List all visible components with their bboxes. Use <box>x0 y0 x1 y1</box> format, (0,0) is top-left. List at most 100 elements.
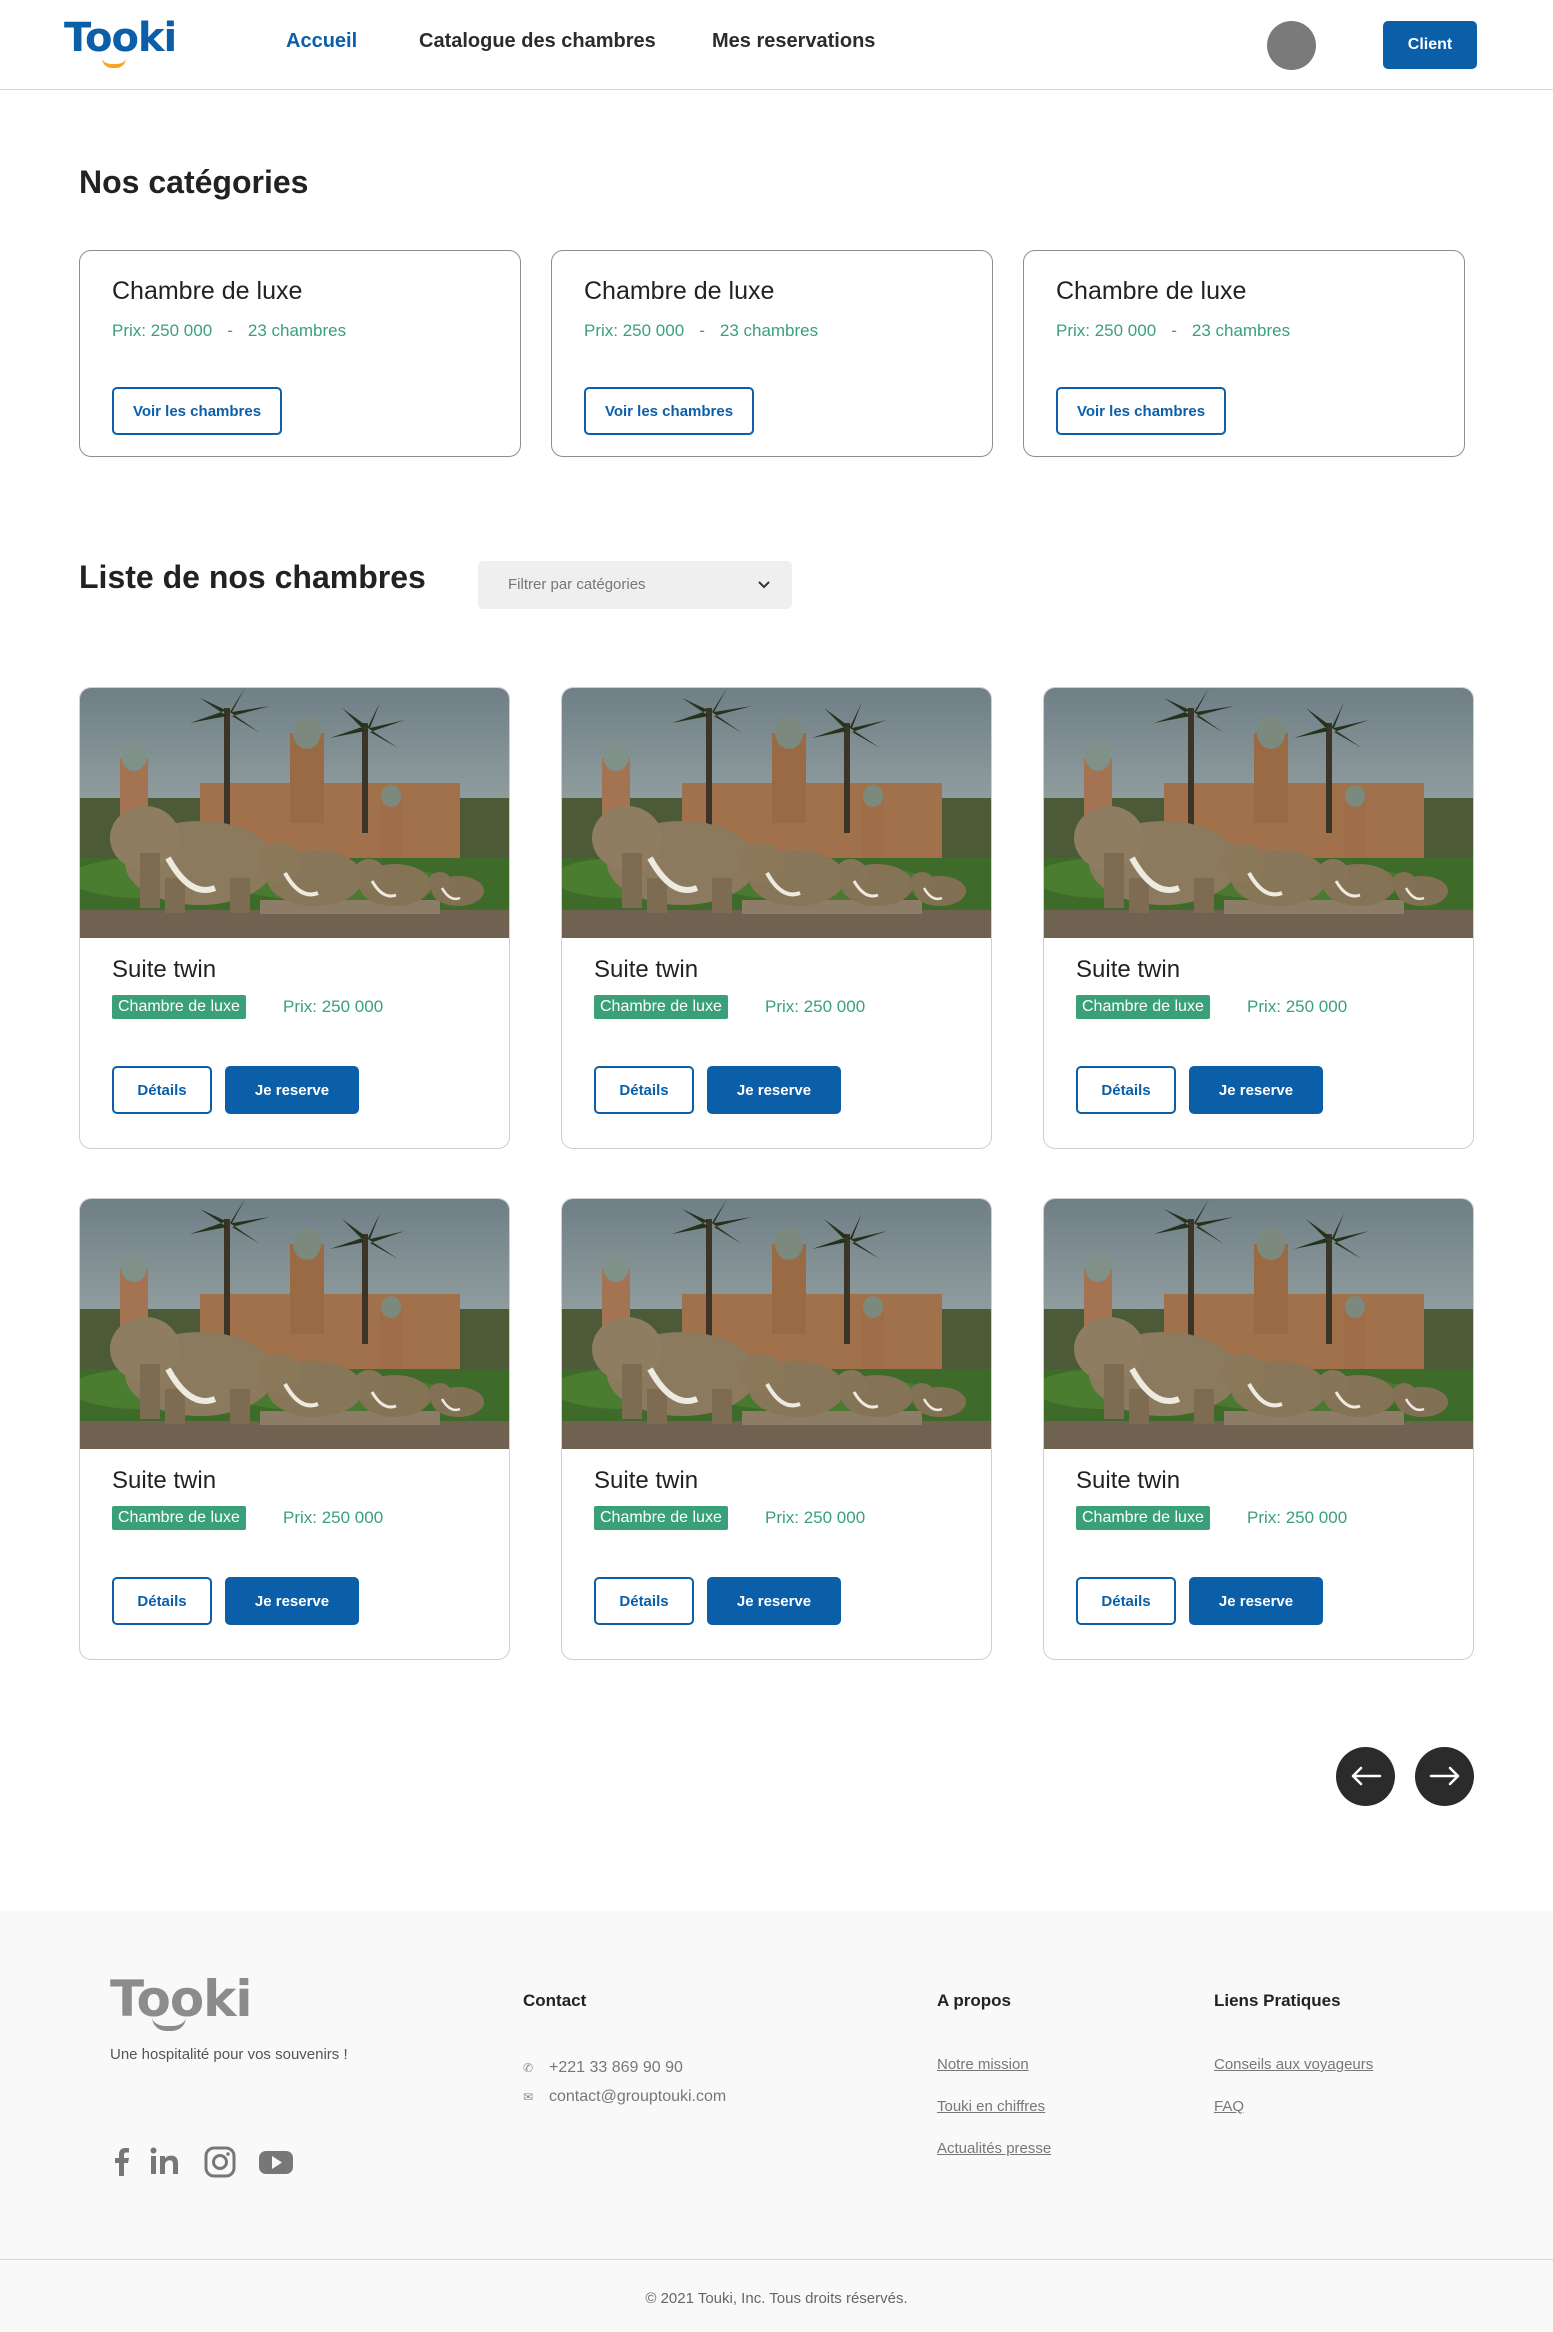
category-meta: Prix: 250 000-23 chambres <box>112 321 346 341</box>
footer-link-chiffres[interactable]: Touki en chiffres <box>937 2098 1045 2115</box>
facebook-icon[interactable] <box>104 2144 140 2180</box>
category-count: 23 chambres <box>247 321 347 340</box>
footer-about-title: A propos <box>937 1991 1011 2010</box>
category-price: Prix: 250 000 <box>584 321 685 340</box>
category-title: Chambre de luxe <box>1056 277 1247 305</box>
category-price: Prix: 250 000 <box>1056 321 1157 340</box>
category-filter-select[interactable]: Filtrer par catégories <box>478 561 792 609</box>
category-price: Prix: 250 000 <box>112 321 213 340</box>
footer-contact-title: Contact <box>523 1991 587 2010</box>
room-image[interactable] <box>80 1199 509 1449</box>
copyright-text: © 2021 Touki, Inc. Tous droits réservés. <box>645 2290 908 2307</box>
footer-tagline: Une hospitalité pour vos souvenirs ! <box>110 2046 348 2063</box>
brand-logo-text: Tooki <box>64 15 177 61</box>
details-button[interactable]: Détails <box>112 1577 212 1625</box>
phone-icon: ✆ <box>523 2061 534 2075</box>
footer-link-faq[interactable]: FAQ <box>1214 2098 1244 2115</box>
filter-placeholder: Filtrer par catégories <box>508 576 646 593</box>
category-count: 23 chambres <box>1191 321 1291 340</box>
room-price: Prix: 250 000 <box>1247 997 1348 1016</box>
room-price: Prix: 250 000 <box>283 997 384 1016</box>
next-page-button[interactable] <box>1415 1747 1474 1806</box>
room-card: Suite twin Chambre de luxe Prix: 250 000 Dé… <box>79 1198 510 1660</box>
room-photo <box>562 688 991 938</box>
room-title: Suite twin <box>112 1467 217 1494</box>
category-card: Chambre de luxe Prix: 250 000-23 chambres… <box>79 250 521 457</box>
reserve-button[interactable]: Je reserve <box>225 1066 359 1114</box>
room-category-badge: Chambre de luxe <box>112 995 246 1019</box>
room-photo <box>1044 688 1473 938</box>
details-button[interactable]: Détails <box>594 1577 694 1625</box>
room-card: Suite twin Chambre de luxe Prix: 250 000 Dé… <box>79 687 510 1149</box>
category-meta: Prix: 250 000-23 chambres <box>1056 321 1290 341</box>
reserve-button[interactable]: Je reserve <box>225 1577 359 1625</box>
room-photo <box>80 688 509 938</box>
details-button[interactable]: Détails <box>1076 1577 1176 1625</box>
instagram-icon[interactable] <box>202 2144 238 2180</box>
youtube-icon[interactable] <box>258 2144 294 2180</box>
room-image[interactable] <box>80 688 509 938</box>
footer-email[interactable]: ✉ contact@grouptouki.com <box>523 2088 726 2106</box>
category-title: Chambre de luxe <box>112 277 303 305</box>
footer-phone[interactable]: ✆ +221 33 869 90 90 <box>523 2059 683 2077</box>
reserve-button[interactable]: Je reserve <box>1189 1577 1323 1625</box>
email-text: contact@grouptouki.com <box>549 2088 727 2105</box>
phone-text: +221 33 869 90 90 <box>549 2059 683 2076</box>
room-title: Suite twin <box>1076 956 1181 983</box>
nav-catalogue[interactable]: Catalogue des chambres <box>419 30 656 53</box>
client-button[interactable]: Client <box>1383 21 1477 69</box>
category-card: Chambre de luxe Prix: 250 000-23 chambres… <box>1023 250 1465 457</box>
footer-bottom-bar: © 2021 Touki, Inc. Tous droits réservés. <box>0 2259 1553 2332</box>
room-price: Prix: 250 000 <box>765 1508 866 1527</box>
room-price: Prix: 250 000 <box>283 1508 384 1527</box>
brand-logo[interactable]: Tooki <box>64 14 177 68</box>
room-photo <box>1044 1199 1473 1449</box>
linkedin-icon[interactable] <box>147 2144 183 2180</box>
category-card: Chambre de luxe Prix: 250 000-23 chambres… <box>551 250 993 457</box>
room-card: Suite twin Chambre de luxe Prix: 250 000 Dé… <box>561 1198 992 1660</box>
room-card: Suite twin Chambre de luxe Prix: 250 000 Dé… <box>1043 1198 1474 1660</box>
room-photo <box>80 1199 509 1449</box>
category-count: 23 chambres <box>719 321 819 340</box>
room-image[interactable] <box>1044 688 1473 938</box>
nav-reservations[interactable]: Mes reservations <box>712 30 875 53</box>
room-image[interactable] <box>562 688 991 938</box>
reserve-button[interactable]: Je reserve <box>707 1066 841 1114</box>
room-image[interactable] <box>1044 1199 1473 1449</box>
room-category-badge: Chambre de luxe <box>112 1506 246 1530</box>
room-title: Suite twin <box>112 956 217 983</box>
footer-links-title: Liens Pratiques <box>1214 1991 1341 2010</box>
mail-icon: ✉ <box>523 2090 534 2104</box>
room-category-badge: Chambre de luxe <box>1076 1506 1210 1530</box>
prev-page-button[interactable] <box>1336 1747 1395 1806</box>
reserve-button[interactable]: Je reserve <box>707 1577 841 1625</box>
room-card: Suite twin Chambre de luxe Prix: 250 000 Dé… <box>561 687 992 1149</box>
category-separator: - <box>1171 321 1177 340</box>
reserve-button[interactable]: Je reserve <box>1189 1066 1323 1114</box>
room-card: Suite twin Chambre de luxe Prix: 250 000 Dé… <box>1043 687 1474 1149</box>
view-rooms-button[interactable]: Voir les chambres <box>112 387 282 435</box>
room-price: Prix: 250 000 <box>765 997 866 1016</box>
nav-accueil[interactable]: Accueil <box>286 30 357 53</box>
details-button[interactable]: Détails <box>1076 1066 1176 1114</box>
rooms-title: Liste de nos chambres <box>79 559 426 595</box>
user-avatar[interactable] <box>1267 21 1316 70</box>
view-rooms-button[interactable]: Voir les chambres <box>1056 387 1226 435</box>
view-rooms-button[interactable]: Voir les chambres <box>584 387 754 435</box>
footer-link-mission[interactable]: Notre mission <box>937 2056 1029 2073</box>
room-image[interactable] <box>562 1199 991 1449</box>
details-button[interactable]: Détails <box>112 1066 212 1114</box>
room-category-badge: Chambre de luxe <box>594 995 728 1019</box>
footer-link-conseils[interactable]: Conseils aux voyageurs <box>1214 2056 1373 2073</box>
arrow-right-icon <box>1429 1766 1460 1786</box>
footer-link-presse[interactable]: Actualités presse <box>937 2140 1051 2157</box>
category-title: Chambre de luxe <box>584 277 775 305</box>
room-title: Suite twin <box>594 956 699 983</box>
arrow-left-icon <box>1351 1766 1382 1786</box>
footer: Tooki Une hospitalité pour vos souvenirs… <box>0 1911 1553 2332</box>
top-navbar: Tooki Accueil Catalogue des chambres Mes… <box>0 0 1553 90</box>
categories-title: Nos catégories <box>79 164 309 200</box>
room-price: Prix: 250 000 <box>1247 1508 1348 1527</box>
details-button[interactable]: Détails <box>594 1066 694 1114</box>
room-category-badge: Chambre de luxe <box>1076 995 1210 1019</box>
